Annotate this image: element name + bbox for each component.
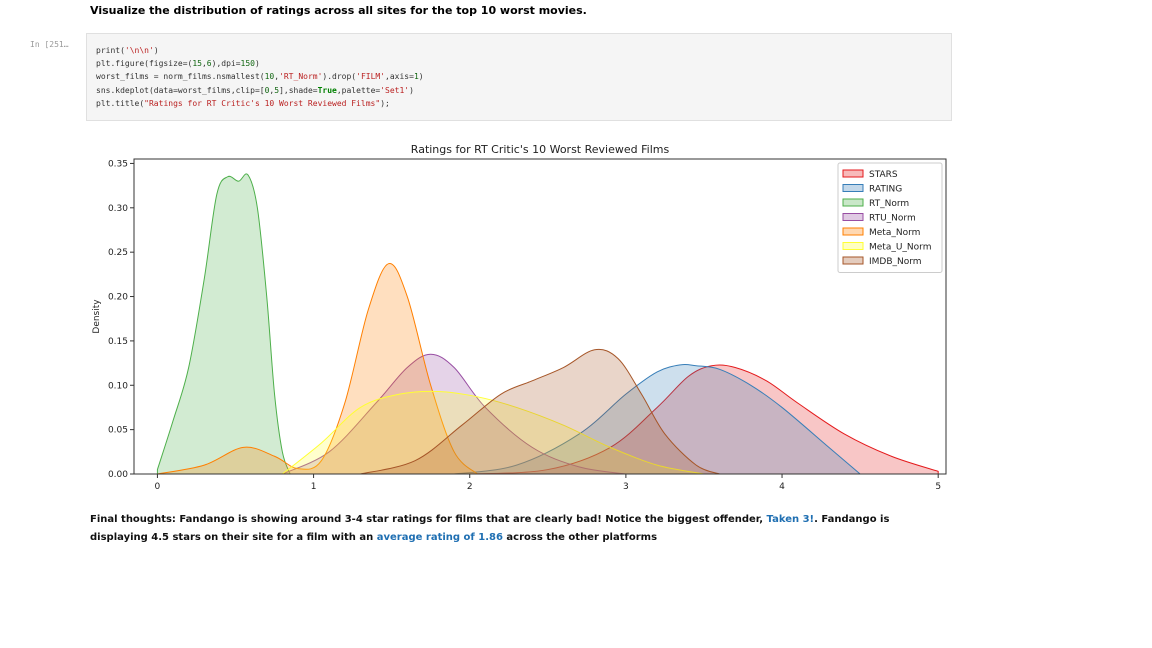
code-line: plt.title("Ratings for RT Critic's 10 Wo…: [96, 97, 951, 110]
code-token: ): [153, 46, 159, 55]
code-token: );: [380, 98, 390, 108]
x-tick-label: 5: [935, 482, 941, 492]
code-line: plt.figure(figsize=(15,6),dpi=150): [96, 57, 951, 70]
final-thoughts: Final thoughts: Fandango is showing arou…: [90, 511, 950, 547]
code-token: 'RT_Norm': [279, 72, 323, 82]
cell-prompt: In [251…: [30, 40, 69, 49]
code-token: 15: [192, 59, 202, 69]
code-token: 'FILM': [356, 72, 386, 82]
chart-title: Ratings for RT Critic's 10 Worst Reviewe…: [411, 143, 670, 156]
legend-swatch: [842, 184, 864, 192]
legend-label: Meta_Norm: [869, 228, 920, 238]
legend-swatch: [842, 227, 864, 236]
y-tick-label: 0.30: [108, 204, 128, 214]
legend-swatch: [842, 242, 864, 250]
markdown-heading: Visualize the distribution of ratings ac…: [90, 4, 587, 17]
final-text-suffix: across the other platforms: [502, 532, 658, 543]
y-tick-label: 0.15: [108, 337, 128, 347]
code-cell[interactable]: print('\n\n') plt.figure(figsize=(15,6),d…: [86, 33, 952, 121]
code-token: '\n\n': [124, 46, 154, 55]
taken3-link[interactable]: Taken 3!: [767, 514, 815, 525]
code-token: ): [254, 59, 260, 69]
code-token: 'Set1': [380, 85, 410, 95]
code-token: ],shade=: [279, 85, 318, 95]
code-token: print(: [96, 46, 125, 55]
average-rating-link[interactable]: average rating of 1.86: [377, 532, 503, 543]
code-token: 10: [264, 72, 275, 82]
code-token: "Ratings for RT Critic's 10 Worst Review…: [144, 98, 381, 108]
x-tick-label: 2: [467, 482, 473, 492]
x-tick-label: 3: [623, 482, 629, 492]
y-tick-label: 0.05: [108, 426, 128, 436]
code-line: worst_films = norm_films.nsmallest(10,'R…: [96, 70, 951, 83]
code-token: True: [317, 85, 337, 95]
y-tick-label: 0.10: [108, 381, 128, 391]
series-rt-norm-area: [156, 173, 291, 475]
y-tick-label: 0.35: [108, 159, 128, 169]
legend-label: Meta_U_Norm: [869, 243, 931, 253]
code-token: plt.figure(figsize=(: [96, 59, 193, 69]
x-tick-label: 0: [155, 482, 161, 492]
y-axis-label: Density: [92, 299, 102, 334]
code-token: ,palette=: [336, 85, 381, 95]
legend-label: IMDB_Norm: [869, 257, 922, 267]
code-token: worst_films = norm_films.nsmallest(: [96, 72, 265, 82]
legend-swatch: [842, 256, 864, 265]
code-token: ).drop(: [322, 72, 357, 82]
code-token: ): [418, 72, 424, 82]
code-token: plt.title(: [96, 98, 145, 108]
legend-swatch: [842, 169, 864, 178]
code-token: 150: [240, 59, 255, 69]
code-token: ),dpi=: [211, 59, 241, 69]
code-token: ,axis=: [385, 72, 414, 82]
final-text-prefix: Final thoughts: Fandango is showing arou…: [90, 514, 767, 525]
legend-label: RATING: [869, 185, 902, 195]
legend-swatch: [842, 198, 864, 207]
x-tick-label: 4: [779, 482, 785, 492]
legend-label: RT_Norm: [869, 199, 909, 209]
legend-label: RTU_Norm: [869, 214, 916, 224]
y-tick-label: 0.20: [108, 293, 128, 303]
kde-plot: Ratings for RT Critic's 10 Worst Reviewe…: [92, 143, 947, 492]
code-line: print('\n\n'): [96, 44, 951, 57]
legend-label: STARS: [869, 170, 898, 180]
legend-swatch: [842, 213, 864, 221]
code-token: ): [409, 85, 414, 95]
y-tick-label: 0.00: [108, 470, 128, 480]
x-tick-label: 1: [311, 482, 317, 492]
y-tick-label: 0.25: [108, 248, 128, 258]
code-token: sns.kdeplot(data=worst_films,clip=[: [96, 85, 265, 95]
code-line: sns.kdeplot(data=worst_films,clip=[0,5],…: [96, 84, 951, 97]
